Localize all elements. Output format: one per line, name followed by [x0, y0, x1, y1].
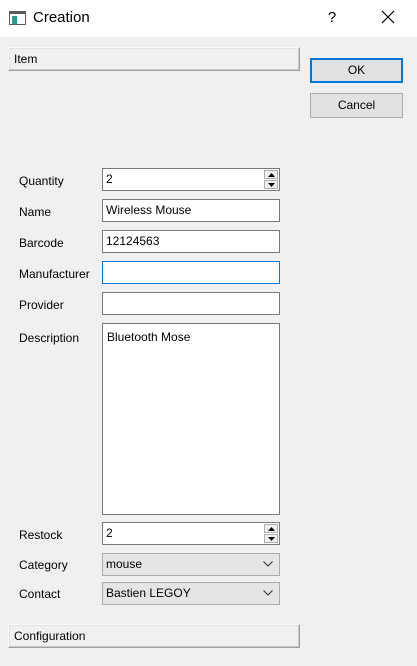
quantity-stepper[interactable]: 2	[102, 168, 280, 191]
quantity-value: 2	[106, 172, 113, 186]
window-icon	[9, 11, 26, 25]
manufacturer-field[interactable]	[102, 261, 280, 284]
description-textarea[interactable]: Bluetooth Mose	[102, 323, 280, 515]
spin-up-icon[interactable]	[264, 524, 278, 533]
provider-label: Provider	[19, 298, 64, 312]
spin-down-icon[interactable]	[264, 180, 278, 189]
name-field[interactable]: Wireless Mouse	[102, 199, 280, 222]
barcode-field[interactable]: 12124563	[102, 230, 280, 253]
contact-label: Contact	[19, 587, 61, 601]
help-button[interactable]: ?	[322, 7, 342, 29]
close-icon	[381, 10, 395, 24]
restock-value: 2	[106, 526, 113, 540]
contact-select[interactable]: Bastien LEGOY	[102, 582, 280, 605]
manufacturer-label: Manufacturer	[19, 267, 90, 281]
spin-down-icon[interactable]	[264, 534, 278, 543]
restock-label: Restock	[19, 528, 63, 542]
section-item[interactable]: Item	[8, 47, 300, 71]
ok-button[interactable]: OK	[310, 58, 403, 83]
barcode-label: Barcode	[19, 236, 64, 250]
title-bar: Creation ?	[0, 0, 417, 37]
quantity-label: Quantity	[19, 174, 64, 188]
category-label: Category	[19, 558, 68, 572]
category-select[interactable]: mouse	[102, 553, 280, 576]
section-configuration[interactable]: Configuration	[8, 624, 300, 648]
name-label: Name	[19, 205, 52, 219]
restock-stepper[interactable]: 2	[102, 522, 280, 545]
cancel-button[interactable]: Cancel	[310, 93, 403, 118]
chevron-down-icon	[263, 561, 273, 567]
contact-value: Bastien LEGOY	[106, 586, 191, 600]
chevron-down-icon	[263, 590, 273, 596]
category-value: mouse	[106, 557, 143, 571]
close-button[interactable]	[376, 7, 400, 29]
description-label: Description	[19, 331, 80, 345]
spin-up-icon[interactable]	[264, 170, 278, 179]
window-title: Creation	[33, 9, 90, 26]
provider-field[interactable]	[102, 292, 280, 315]
